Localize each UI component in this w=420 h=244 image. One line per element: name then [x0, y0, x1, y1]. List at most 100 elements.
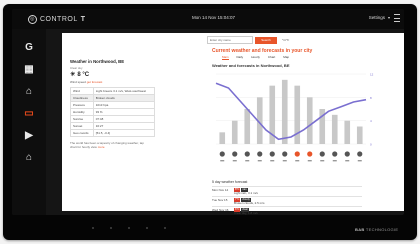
- meta-row: Wind speed get forecast: [70, 80, 155, 84]
- current-weather-title: Weather in Northwood, BE: [70, 59, 125, 64]
- google-icon: G: [25, 41, 33, 53]
- settings-menu[interactable]: Settings ▾: [369, 15, 390, 20]
- table-cell-key: Cloudiness: [70, 94, 94, 102]
- precipitation-bar: [306, 97, 313, 144]
- y-tick-label: 12: [370, 73, 374, 77]
- table-cell-value: Broken clouds: [92, 94, 156, 102]
- table-cell-value: 07:48: [92, 115, 156, 123]
- table-cell-key: Humidity: [70, 108, 94, 116]
- weather-details-table: Wind Light breeze 3.1 m/s, West-southwest…: [70, 87, 156, 137]
- weather-icon: [357, 151, 363, 157]
- forecast-detail: 8°C rain Light rain, 3.1 m/s: [234, 188, 258, 195]
- wind-indicator: [232, 160, 237, 162]
- camera-icon: ▶: [25, 129, 33, 141]
- forecast-chart[interactable]: 12 8 4 0: [212, 68, 382, 178]
- brand-suffix: T: [80, 15, 86, 23]
- indicator-dot: [146, 227, 148, 229]
- y-tick-label: 0: [370, 143, 372, 147]
- table-row: Sunrise 07:48: [70, 115, 156, 123]
- weather-icon: [257, 151, 263, 157]
- table-cell-value: Light breeze 3.1 m/s, West-southwest: [92, 87, 156, 95]
- weather-icon: [282, 151, 288, 157]
- screen: ◎ CONTROL T Mon 14 Nov 15:04:07 Settings…: [12, 9, 404, 215]
- tab-main[interactable]: Main: [222, 55, 229, 60]
- precipitation-bar: [244, 109, 251, 144]
- table-cell-key: Sunrise: [70, 115, 94, 123]
- brand-name: CONTROL: [40, 15, 78, 23]
- footer-brand: BAB TECHNOLOGIE: [355, 227, 398, 232]
- wind-indicator: [345, 160, 350, 162]
- top-bar: ◎ CONTROL T Mon 14 Nov 15:04:07 Settings…: [12, 9, 404, 29]
- table-cell-value: [51.5, -0.4]: [92, 129, 156, 137]
- indicator-dot: [92, 227, 94, 229]
- weather-icon: [319, 151, 325, 157]
- weather-icon: [332, 151, 338, 157]
- table-cell-key: Geo coords: [70, 129, 94, 137]
- forecast-row[interactable]: Wed Nov 16 6°C clear Clear sky, 1.8 m/s: [212, 206, 362, 215]
- menu-icon[interactable]: [394, 14, 400, 22]
- search-button[interactable]: Search: [255, 36, 277, 44]
- table-cell-key: Wind: [70, 87, 94, 95]
- sidebar-item-home[interactable]: ⌂: [21, 85, 37, 97]
- wind-indicator: [357, 160, 362, 162]
- precipitation-bar: [344, 120, 351, 144]
- weather-icon: [307, 151, 313, 157]
- table-cell-key: Pressure: [70, 101, 94, 109]
- sidebar-item-dashboard[interactable]: ▦: [21, 63, 37, 75]
- tab-daily[interactable]: Daily: [237, 55, 244, 60]
- forecast-row[interactable]: Mon Nov 14 8°C rain Light rain, 3.1 m/s: [212, 186, 362, 196]
- table-row: Pressure 1013 hpa: [70, 101, 156, 109]
- weather-icon: [344, 151, 350, 157]
- weather-summary: Clear sky: [70, 66, 83, 70]
- chevron-down-icon: ▾: [387, 15, 390, 20]
- forecast-link[interactable]: get forecast: [87, 80, 103, 84]
- wind-indicator: [245, 160, 250, 162]
- sidebar-item-google[interactable]: G: [21, 41, 37, 53]
- table-row: Cloudiness Broken clouds: [70, 94, 156, 102]
- indicator-dot: [164, 227, 166, 229]
- brand-logo: ◎ CONTROL T: [28, 13, 86, 25]
- weather-icon: [294, 151, 300, 157]
- tab-bar: Main Daily Hourly Chart Map: [222, 55, 289, 60]
- search-input[interactable]: Enter city name: [207, 36, 253, 44]
- table-cell-key: Sunset: [70, 122, 94, 130]
- table-cell-value: 1013 hpa: [92, 101, 156, 109]
- wind-indicator: [220, 160, 225, 162]
- note-text: The world has been a tapestry of changin…: [70, 141, 144, 149]
- tab-chart[interactable]: Chart: [268, 55, 275, 60]
- forecast-day: Wed Nov 16: [212, 208, 229, 212]
- house-icon: ⌂: [25, 151, 33, 163]
- forecast-detail: 7°C cloudy Broken clouds, 2.5 m/s: [234, 198, 265, 205]
- weather-icon: [244, 151, 250, 157]
- settings-label: Settings: [368, 15, 385, 20]
- home-icon: ⌂: [25, 85, 33, 97]
- weather-icon: [232, 151, 238, 157]
- forecast-row[interactable]: Tue Nov 15 7°C cloudy Broken clouds, 2.5 m/…: [212, 196, 362, 206]
- tab-hourly[interactable]: Hourly: [251, 55, 260, 60]
- table-row: Geo coords [51.5, -0.4]: [70, 129, 156, 137]
- sidebar: G ▦ ⌂ ▭ ▶ ⌂: [12, 29, 46, 215]
- temperature-value: 8 °C: [77, 71, 90, 78]
- wind-indicator: [332, 160, 337, 162]
- sidebar-item-camera[interactable]: ▶: [21, 129, 37, 141]
- clock: Mon 14 Nov 15:04:07: [192, 15, 236, 20]
- tab-map[interactable]: Map: [283, 55, 289, 60]
- browser-view[interactable]: Enter city name Search °C/°F Current wea…: [62, 33, 404, 214]
- weather-icon: [269, 151, 275, 157]
- forecast-description: Clear sky, 1.8 m/s: [234, 210, 258, 215]
- table-row: Sunset 16:27: [70, 122, 156, 130]
- note-link[interactable]: more: [98, 145, 105, 149]
- indicator-dot: [110, 227, 112, 229]
- info-note: The world has been a tapestry of changin…: [70, 141, 150, 149]
- wind-indicator: [295, 160, 300, 162]
- precipitation-bar: [356, 126, 363, 144]
- sidebar-item-chat[interactable]: ▭: [21, 107, 37, 119]
- table-cell-value: 93 %: [92, 108, 156, 116]
- current-temperature: ☀ 8 °C: [70, 71, 155, 79]
- current-weather-panel: Weather in Northwood, BE Clear sky ☀ 8 °…: [70, 59, 156, 149]
- sidebar-item-house[interactable]: ⌂: [21, 151, 37, 163]
- forecast-table: 5 day weather forecast Mon Nov 14 8°C rain…: [212, 180, 362, 215]
- unit-toggle-link[interactable]: °C/°F: [282, 38, 289, 42]
- y-tick-label: 8: [370, 96, 372, 100]
- wind-indicator: [257, 160, 262, 162]
